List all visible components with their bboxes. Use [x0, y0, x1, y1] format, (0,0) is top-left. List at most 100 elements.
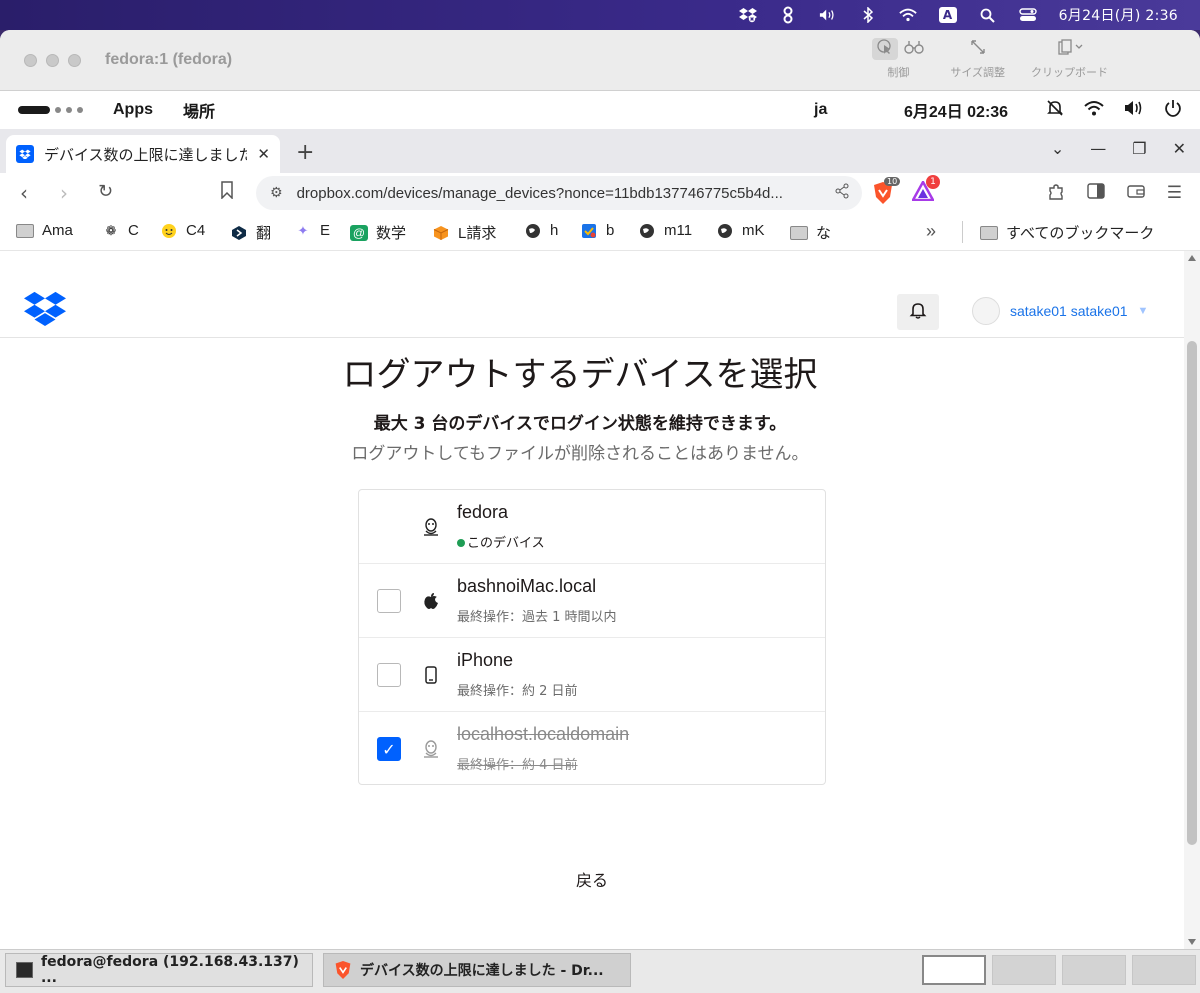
- account-menu[interactable]: satake01 satake01 ▼: [972, 297, 1148, 325]
- notifications-button[interactable]: [897, 294, 939, 330]
- menubar-clock[interactable]: 6月24日(月) 2:36: [1059, 5, 1178, 25]
- window-controls: ⌄ — ❐ ✕: [1051, 139, 1186, 158]
- bookmark-item[interactable]: ❁ C: [102, 222, 139, 239]
- bookmark-item[interactable]: mK: [716, 222, 765, 239]
- clipboard-tool[interactable]: クリップボード: [1031, 38, 1108, 80]
- bookmark-item[interactable]: Ama: [16, 222, 73, 239]
- page-scrollbar[interactable]: [1184, 251, 1200, 949]
- input-source-icon[interactable]: A: [938, 7, 957, 23]
- places-menu[interactable]: 場所: [183, 98, 215, 122]
- bookmark-item[interactable]: 翻: [230, 222, 271, 243]
- device-name: localhost.localdomain: [457, 724, 630, 744]
- dropbox-logo[interactable]: [24, 291, 66, 331]
- apps-menu[interactable]: Apps: [113, 101, 153, 119]
- wallet-icon[interactable]: [1127, 183, 1145, 206]
- workspace-4[interactable]: [1132, 955, 1196, 985]
- restore-icon[interactable]: ❐: [1132, 139, 1146, 158]
- url-field[interactable]: ⚙ dropbox.com/devices/manage_devices?non…: [256, 176, 862, 210]
- site-settings-icon[interactable]: ⚙: [270, 185, 283, 201]
- bookmark-item[interactable]: b: [580, 222, 614, 239]
- scroll-down-icon[interactable]: [1188, 939, 1196, 945]
- folder-icon: [790, 225, 808, 241]
- reload-icon[interactable]: ↻: [98, 181, 113, 202]
- device-last-activity: 最終操作：約 2 日前: [457, 684, 578, 699]
- bookmark-item[interactable]: L請求: [432, 222, 496, 243]
- device-row[interactable]: ✓ localhost.localdomain 最終操作：約 4 日前: [359, 712, 825, 786]
- phone-icon: [421, 665, 441, 685]
- back-link[interactable]: 戻る: [0, 867, 1184, 891]
- resize-tool[interactable]: サイズ調整: [950, 38, 1005, 80]
- minimize-window-button[interactable]: [46, 53, 59, 67]
- fingerprint-icon[interactable]: [779, 6, 797, 24]
- dropbox-icon[interactable]: [738, 7, 757, 23]
- control-tool[interactable]: 制御: [872, 38, 925, 80]
- scroll-up-icon[interactable]: [1188, 255, 1196, 261]
- gnome-clock[interactable]: 6月24日 02:36: [904, 98, 1008, 122]
- page-note: ログアウトしてもファイルが削除されることはありません。: [351, 444, 809, 464]
- input-method-indicator[interactable]: ja: [814, 101, 827, 119]
- clipboard-tool-label: クリップボード: [1031, 66, 1108, 79]
- device-row: fedora このデバイス: [359, 490, 825, 564]
- bookmark-item[interactable]: h: [524, 222, 558, 239]
- workspace-1[interactable]: [922, 955, 986, 985]
- new-tab-button[interactable]: +: [296, 140, 314, 165]
- browser-window: デバイス数の上限に達しました - Dropbox ✕ + ⌄ — ❐ ✕ ‹ ›…: [0, 129, 1200, 949]
- workspace-3[interactable]: [1062, 955, 1126, 985]
- device-checkbox[interactable]: [377, 663, 401, 687]
- mac-menubar: A 6月24日(月) 2:36: [0, 0, 1200, 30]
- control-center-icon[interactable]: [1018, 7, 1037, 23]
- close-icon[interactable]: ✕: [1173, 139, 1186, 158]
- device-name: fedora: [457, 502, 509, 522]
- zoom-window-button[interactable]: [68, 53, 81, 67]
- extensions-icon[interactable]: [1047, 183, 1065, 206]
- taskbar-item-browser[interactable]: デバイス数の上限に達しました - Dr...: [323, 953, 631, 987]
- rewards-count: 1: [926, 175, 940, 189]
- cube-icon: [432, 225, 450, 241]
- workspace-2[interactable]: [992, 955, 1056, 985]
- device-checkbox-checked[interactable]: ✓: [377, 737, 401, 761]
- activities-button[interactable]: [18, 106, 83, 114]
- bookmarks-bar: Ama ❁ C C4 翻 ✦ E @ 数学 L請求 h b m11 mK な »…: [0, 213, 1200, 251]
- linux-icon: [421, 517, 441, 537]
- bookmark-item[interactable]: ✦ E: [294, 222, 330, 239]
- active-dot: [457, 539, 465, 547]
- spotlight-icon[interactable]: [979, 7, 997, 23]
- scrollbar-thumb[interactable]: [1187, 341, 1197, 845]
- volume-icon[interactable]: [819, 7, 837, 23]
- huggingface-icon: [160, 223, 178, 239]
- avatar: [972, 297, 1000, 325]
- tab-dropbox[interactable]: デバイス数の上限に達しました - Dropbox ✕: [6, 135, 280, 173]
- close-tab-icon[interactable]: ✕: [257, 145, 270, 163]
- menu-icon[interactable]: ☰: [1167, 183, 1182, 206]
- bookmark-icon[interactable]: [220, 181, 234, 203]
- device-row[interactable]: iPhone 最終操作：約 2 日前: [359, 638, 825, 712]
- sparkle-icon: ✦: [297, 222, 309, 238]
- bookmark-item[interactable]: @ 数学: [350, 222, 406, 243]
- bluetooth-icon[interactable]: [859, 7, 877, 23]
- apple-icon: [421, 591, 441, 611]
- taskbar-item-terminal[interactable]: fedora@fedora (192.168.43.137) ...: [5, 953, 313, 987]
- forward-icon[interactable]: ›: [60, 181, 68, 205]
- bookmark-item[interactable]: C4: [160, 222, 205, 239]
- close-window-button[interactable]: [24, 53, 37, 67]
- tab-search-icon[interactable]: ⌄: [1051, 139, 1064, 158]
- vnc-window: fedora:1 (fedora) 制御 サイズ調整 クリップボード Apps …: [0, 30, 1200, 993]
- power-icon: [1164, 99, 1182, 122]
- chevron-down-icon: ▼: [1137, 305, 1149, 317]
- more-bookmarks-icon[interactable]: »: [926, 221, 936, 242]
- back-icon[interactable]: ‹: [20, 181, 28, 205]
- toolbar-right: ☰: [1047, 183, 1182, 206]
- bookmark-item[interactable]: m11: [638, 222, 692, 239]
- volume-icon: [1124, 100, 1144, 121]
- all-bookmarks[interactable]: すべてのブックマーク: [980, 222, 1154, 243]
- device-row[interactable]: bashnoiMac.local 最終操作：過去 1 時間以内: [359, 564, 825, 638]
- bookmark-item[interactable]: な: [790, 222, 831, 243]
- sidebar-icon[interactable]: [1087, 183, 1105, 206]
- device-checkbox[interactable]: [377, 589, 401, 613]
- page-subtitle: 最大 3 台のデバイスでログイン状態を維持できます。: [373, 414, 787, 434]
- minimize-icon[interactable]: —: [1090, 139, 1106, 158]
- share-icon[interactable]: [834, 183, 850, 203]
- system-tray[interactable]: [1046, 99, 1182, 122]
- wifi-icon[interactable]: [898, 7, 917, 23]
- linux-icon: [421, 739, 441, 759]
